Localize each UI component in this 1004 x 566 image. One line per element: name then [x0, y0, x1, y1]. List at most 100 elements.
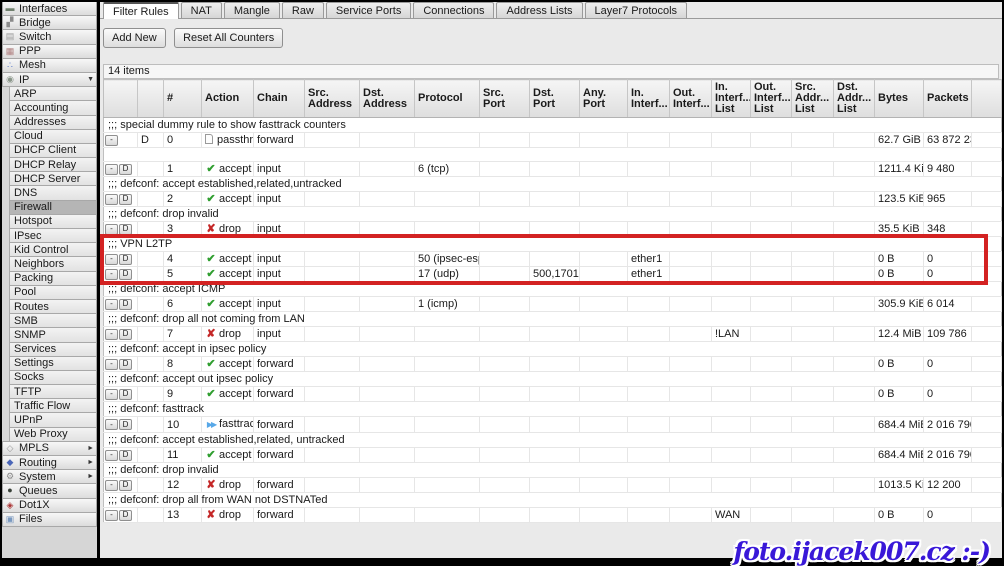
rule-row-12[interactable]: -D12✘dropforward1013.5 KiB12 200 — [104, 478, 1002, 493]
col-header-out_interface[interactable]: Out. Interf... — [670, 80, 712, 118]
sidebar-item-settings[interactable]: Settings — [9, 356, 97, 371]
sidebar-item-dhcp-relay[interactable]: DHCP Relay — [9, 157, 97, 172]
disable-rule-button[interactable]: - — [105, 299, 118, 310]
d-flag-button[interactable]: D — [119, 359, 132, 370]
col-header-num[interactable]: # — [164, 80, 202, 118]
disable-rule-button[interactable]: - — [105, 224, 118, 235]
tab-raw[interactable]: Raw — [282, 2, 324, 18]
disable-rule-button[interactable]: - — [105, 450, 118, 461]
tab-mangle[interactable]: Mangle — [224, 2, 280, 18]
rule-row-3[interactable]: -D3✘dropinput35.5 KiB348 — [104, 222, 1002, 237]
col-header-action[interactable]: Action — [202, 80, 254, 118]
disable-rule-button[interactable]: - — [105, 359, 118, 370]
rule-row-9[interactable]: -D9✔acceptforward0 B0 — [104, 387, 1002, 402]
disable-rule-button[interactable]: - — [105, 135, 118, 146]
col-header-spare[interactable] — [972, 80, 1002, 118]
col-header-packets[interactable]: Packets — [924, 80, 972, 118]
col-header-src_address_list[interactable]: Src. Addr... List — [792, 80, 834, 118]
sidebar-item-dhcp-server[interactable]: DHCP Server — [9, 171, 97, 186]
col-header-in_interface[interactable]: In. Interf... — [628, 80, 670, 118]
col-header-flag[interactable] — [138, 80, 164, 118]
sidebar-item-dot1x[interactable]: ◈Dot1X — [2, 498, 97, 513]
d-flag-button[interactable]: D — [119, 510, 132, 521]
sidebar-item-pool[interactable]: Pool — [9, 285, 97, 300]
d-flag-button[interactable]: D — [119, 450, 132, 461]
sidebar-item-services[interactable]: Services — [9, 342, 97, 357]
sidebar-item-upnp[interactable]: UPnP — [9, 412, 97, 427]
spacer-row[interactable] — [104, 148, 1002, 162]
tab-nat[interactable]: NAT — [181, 2, 222, 18]
sidebar-item-queues[interactable]: ●Queues — [2, 483, 97, 498]
sidebar-item-ipsec[interactable]: IPsec — [9, 228, 97, 243]
disable-rule-button[interactable]: - — [105, 194, 118, 205]
sidebar-item-switch[interactable]: ▤Switch — [2, 29, 97, 44]
col-header-src_port[interactable]: Src. Port — [480, 80, 530, 118]
comment-row[interactable]: ;;; defconf: drop all from WAN not DSTNA… — [104, 493, 1002, 508]
sidebar-item-smb[interactable]: SMB — [9, 313, 97, 328]
d-flag-button[interactable]: D — [119, 329, 132, 340]
sidebar-item-cloud[interactable]: Cloud — [9, 129, 97, 144]
rule-row-11[interactable]: -D11✔acceptforward684.4 MiB2 016 790 — [104, 448, 1002, 463]
col-header-buttons[interactable] — [104, 80, 138, 118]
sidebar-item-neighbors[interactable]: Neighbors — [9, 256, 97, 271]
rule-row-5[interactable]: -D5✔acceptinput17 (udp)500,1701,4ether10… — [104, 267, 1002, 282]
d-flag-button[interactable]: D — [119, 194, 132, 205]
rule-row-6[interactable]: -D6✔acceptinput1 (icmp)305.9 KiB6 014 — [104, 297, 1002, 312]
disable-rule-button[interactable]: - — [105, 254, 118, 265]
disable-rule-button[interactable]: - — [105, 164, 118, 175]
d-flag-button[interactable]: D — [119, 254, 132, 265]
sidebar-item-dns[interactable]: DNS — [9, 185, 97, 200]
disable-rule-button[interactable]: - — [105, 269, 118, 280]
sidebar-item-web-proxy[interactable]: Web Proxy — [9, 427, 97, 442]
d-flag-button[interactable]: D — [119, 224, 132, 235]
rule-row-1[interactable]: -D1✔acceptinput6 (tcp)1211.4 KiB9 480 — [104, 162, 1002, 177]
sidebar-item-routes[interactable]: Routes — [9, 299, 97, 314]
tab-address-lists[interactable]: Address Lists — [496, 2, 582, 18]
col-header-protocol[interactable]: Protocol — [415, 80, 480, 118]
sidebar-item-hotspot[interactable]: Hotspot — [9, 214, 97, 229]
col-header-dst_address[interactable]: Dst. Address — [360, 80, 415, 118]
col-header-in_interface_list[interactable]: In. Interf... List — [712, 80, 751, 118]
d-flag-button[interactable]: D — [119, 269, 132, 280]
add-new-button[interactable]: Add New — [103, 28, 166, 48]
d-flag-button[interactable]: D — [119, 480, 132, 491]
tab-filter-rules[interactable]: Filter Rules — [103, 2, 179, 19]
sidebar-item-packing[interactable]: Packing — [9, 271, 97, 286]
reset-all-counters-button[interactable]: Reset All Counters — [174, 28, 283, 48]
disable-rule-button[interactable]: - — [105, 419, 118, 430]
disable-rule-button[interactable]: - — [105, 480, 118, 491]
col-header-src_address[interactable]: Src. Address — [305, 80, 360, 118]
comment-row[interactable]: ;;; defconf: drop invalid — [104, 463, 1002, 478]
comment-row[interactable]: ;;; defconf: accept ICMP — [104, 282, 1002, 297]
sidebar-item-dhcp-client[interactable]: DHCP Client — [9, 143, 97, 158]
comment-row[interactable]: ;;; special dummy rule to show fasttrack… — [104, 118, 1002, 133]
comment-row[interactable]: ;;; defconf: fasttrack — [104, 402, 1002, 417]
disable-rule-button[interactable]: - — [105, 389, 118, 400]
tab-layer7-protocols[interactable]: Layer7 Protocols — [585, 2, 688, 18]
sidebar-item-routing[interactable]: ◆Routing► — [2, 455, 97, 470]
d-flag-button[interactable]: D — [119, 164, 132, 175]
comment-row[interactable]: ;;; defconf: accept in ipsec policy — [104, 342, 1002, 357]
sidebar-item-snmp[interactable]: SNMP — [9, 327, 97, 342]
sidebar-item-ppp[interactable]: ▦PPP — [2, 44, 97, 59]
disable-rule-button[interactable]: - — [105, 510, 118, 521]
rule-row-4[interactable]: -D4✔acceptinput50 (ipsec-esp)ether10 B0 — [104, 252, 1002, 267]
sidebar-item-addresses[interactable]: Addresses — [9, 115, 97, 130]
sidebar-item-traffic-flow[interactable]: Traffic Flow — [9, 398, 97, 413]
disable-rule-button[interactable]: - — [105, 329, 118, 340]
sidebar-item-firewall[interactable]: Firewall — [9, 200, 97, 215]
comment-row[interactable]: ;;; VPN L2TP — [104, 237, 1002, 252]
sidebar-item-mesh[interactable]: ∴Mesh — [2, 58, 97, 73]
sidebar-item-ip[interactable]: ◉IP▼ — [2, 72, 97, 87]
col-header-any_port[interactable]: Any. Port — [580, 80, 628, 118]
sidebar-item-accounting[interactable]: Accounting — [9, 100, 97, 115]
col-header-out_interface_list[interactable]: Out. Interf... List — [751, 80, 792, 118]
tab-service-ports[interactable]: Service Ports — [326, 2, 411, 18]
comment-row[interactable]: ;;; defconf: accept established,related,… — [104, 433, 1002, 448]
sidebar-item-arp[interactable]: ARP — [9, 86, 97, 101]
d-flag-button[interactable]: D — [119, 419, 132, 430]
col-header-chain[interactable]: Chain — [254, 80, 305, 118]
d-flag-button[interactable]: D — [119, 389, 132, 400]
sidebar-item-files[interactable]: ▣Files — [2, 512, 97, 527]
rule-row-2[interactable]: -D2✔acceptinput123.5 KiB965 — [104, 192, 1002, 207]
